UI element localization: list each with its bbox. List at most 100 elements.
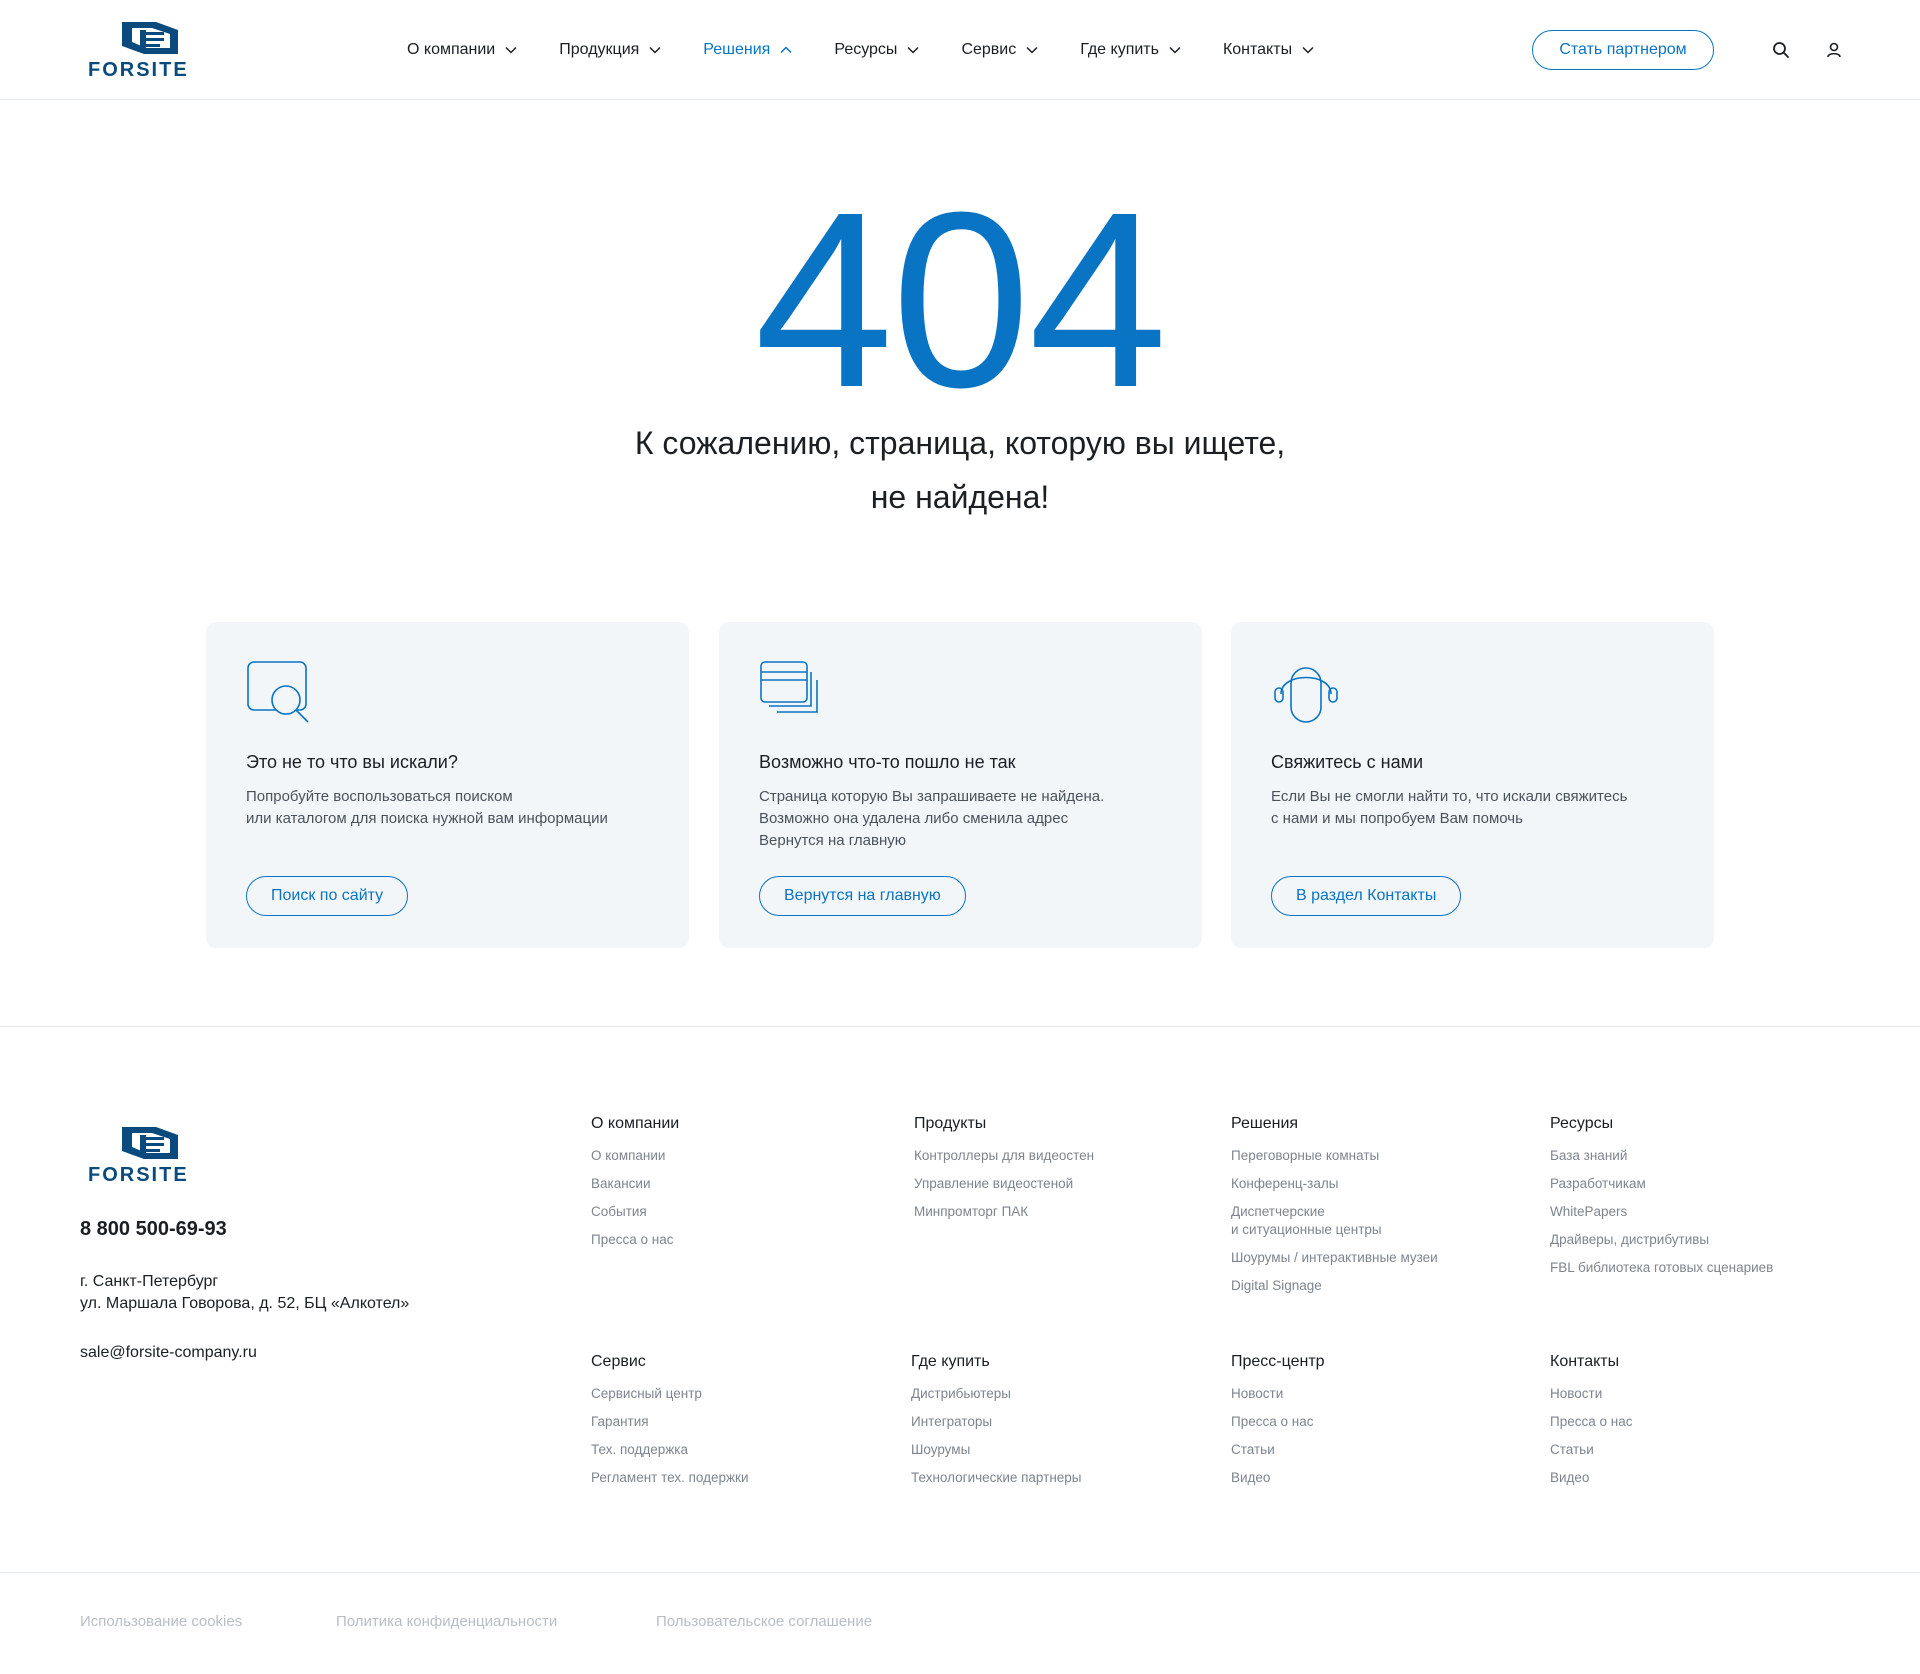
- footer-link[interactable]: WhitePapers: [1550, 1203, 1773, 1221]
- footer-link[interactable]: Диспетчерские и ситуационные центры: [1231, 1203, 1438, 1239]
- nav-item-service[interactable]: Сервис: [961, 41, 1038, 59]
- address-line: г. Санкт-Петербург: [80, 1273, 219, 1290]
- footer-col-contacts: Контакты Новости Пресса о нас Статьи Вид…: [1550, 1353, 1632, 1497]
- footer-link[interactable]: Вакансии: [591, 1175, 679, 1193]
- svg-text:FORSITE: FORSITE: [88, 1164, 189, 1185]
- footer-col-title: О компании: [591, 1115, 680, 1132]
- footer-link[interactable]: Переговорные комнаты: [1231, 1147, 1438, 1165]
- footer-link[interactable]: Интеграторы: [911, 1413, 1082, 1431]
- error-code: 404: [754, 160, 1167, 439]
- nav-item-about[interactable]: О компании: [407, 41, 517, 59]
- nav-item-solutions[interactable]: Решения: [703, 41, 792, 59]
- footer-link[interactable]: Разработчикам: [1550, 1175, 1773, 1193]
- footer-col-products: Продукты Контроллеры для видеостен Управ…: [914, 1115, 1094, 1231]
- footer-col-title: Контакты: [1550, 1353, 1620, 1370]
- headset-icon: [1274, 667, 1338, 723]
- chevron-down-icon: [1302, 46, 1314, 54]
- search-window-icon: [247, 661, 309, 723]
- nav-label: Где купить: [1080, 41, 1159, 58]
- footer-link[interactable]: Контроллеры для видеостен: [914, 1147, 1094, 1165]
- footer-link[interactable]: Digital Signage: [1231, 1277, 1438, 1295]
- card-text: Попробуйте воспользоваться поиском или к…: [246, 788, 608, 827]
- footer-link[interactable]: Сервисный центр: [591, 1385, 749, 1403]
- footer-link[interactable]: Пресса о нас: [1231, 1413, 1325, 1431]
- footer-link[interactable]: Конференц-залы: [1231, 1175, 1438, 1193]
- footer-link[interactable]: Видео: [1231, 1469, 1325, 1487]
- footer-link[interactable]: Управление видеостеной: [914, 1175, 1094, 1193]
- footer-link[interactable]: Тех. поддержка: [591, 1441, 749, 1459]
- footer-col-title: Сервис: [591, 1353, 646, 1370]
- footer-link[interactable]: FBL библиотека готовых сценариев: [1550, 1259, 1773, 1277]
- search-icon[interactable]: [1771, 40, 1791, 60]
- chevron-down-icon: [1169, 46, 1181, 54]
- nav-label: О компании: [407, 41, 496, 58]
- footer-col-title: Продукты: [914, 1115, 987, 1132]
- address-line: ул. Маршала Говорова, д. 52, БЦ «Алкотел…: [80, 1295, 410, 1312]
- footer-link[interactable]: Дистрибьютеры: [911, 1385, 1082, 1403]
- footer-phone[interactable]: 8 800 500-69-93: [80, 1218, 227, 1241]
- error-message-line2: не найдена!: [870, 479, 1050, 515]
- go-home-button[interactable]: Вернутся на главную: [759, 876, 966, 916]
- search-site-button[interactable]: Поиск по сайту: [246, 876, 409, 916]
- footer-address: г. Санкт-Петербург ул. Маршала Говорова,…: [80, 1271, 409, 1315]
- cookies-link[interactable]: Использование cookies: [80, 1613, 242, 1630]
- footer-link[interactable]: База знаний: [1550, 1147, 1773, 1165]
- nav-item-contacts[interactable]: Контакты: [1223, 41, 1314, 59]
- footer-link[interactable]: Технологические партнеры: [911, 1469, 1082, 1487]
- privacy-policy-link[interactable]: Политика конфиденциальности: [336, 1613, 557, 1630]
- footer-divider: [0, 1026, 1920, 1027]
- footer-email[interactable]: sale@forsite-company.ru: [80, 1344, 257, 1362]
- footer-link[interactable]: Видео: [1550, 1469, 1632, 1487]
- error-message-line1: К сожалению, страница, которую вы ищете,: [634, 425, 1286, 461]
- footer-link[interactable]: Гарантия: [591, 1413, 749, 1431]
- nav-label: Ресурсы: [834, 41, 898, 58]
- footer-link[interactable]: События: [591, 1203, 679, 1221]
- chevron-down-icon: [649, 46, 661, 54]
- card-title: Возможно что-то пошло не так: [759, 752, 1016, 772]
- contacts-section-button[interactable]: В раздел Контакты: [1271, 876, 1462, 916]
- main-nav: О компании Продукция Решения Ресурсы Сер…: [407, 0, 1356, 100]
- card-text: Страница которую Вы запрашиваете не найд…: [759, 788, 1105, 849]
- footer-link[interactable]: Новости: [1231, 1385, 1325, 1403]
- nav-item-products[interactable]: Продукция: [559, 41, 661, 59]
- card-error: Возможно что-то пошло не так Страница ко…: [719, 622, 1202, 948]
- footer-link[interactable]: Шоурумы: [911, 1441, 1082, 1459]
- footer-col-solutions: Решения Переговорные комнаты Конференц-з…: [1231, 1115, 1438, 1305]
- footer-link[interactable]: Статьи: [1231, 1441, 1325, 1459]
- user-icon[interactable]: [1824, 40, 1844, 60]
- footer-link[interactable]: Новости: [1550, 1385, 1632, 1403]
- error-message: К сожалению, страница, которую вы ищете,…: [0, 416, 1920, 524]
- footer-link[interactable]: Шоурумы / интерактивные музеи: [1231, 1249, 1438, 1267]
- footer-col-service: Сервис Сервисный центр Гарантия Тех. под…: [591, 1353, 749, 1497]
- browser-windows-icon: [760, 661, 818, 713]
- footer-link[interactable]: Драйверы, дистрибутивы: [1550, 1231, 1773, 1249]
- footer-link[interactable]: О компании: [591, 1147, 679, 1165]
- chevron-down-icon: [907, 46, 919, 54]
- svg-text:FORSITE: FORSITE: [88, 59, 189, 80]
- nav-label: Продукция: [559, 41, 640, 58]
- footer-link[interactable]: Минпромторг ПАК: [914, 1203, 1094, 1221]
- footer-link[interactable]: Регламент тех. подержки: [591, 1469, 749, 1487]
- card-search: Это не то что вы искали? Попробуйте восп…: [206, 622, 689, 948]
- card-title: Это не то что вы искали?: [246, 752, 458, 772]
- chevron-up-icon: [780, 46, 792, 54]
- footer-link[interactable]: Пресса о нас: [591, 1231, 679, 1249]
- footer-col-where-to-buy: Где купить Дистрибьютеры Интеграторы Шоу…: [911, 1353, 1082, 1497]
- forsite-logo[interactable]: FORSITE: [88, 20, 213, 80]
- footer-col-press: Пресс-центр Новости Пресса о нас Статьи …: [1231, 1353, 1325, 1497]
- chevron-down-icon: [505, 46, 517, 54]
- nav-label: Сервис: [961, 41, 1017, 58]
- nav-label: Контакты: [1222, 41, 1293, 58]
- nav-item-resources[interactable]: Ресурсы: [834, 41, 919, 59]
- footer-col-title: Где купить: [911, 1353, 990, 1370]
- footer-link[interactable]: Статьи: [1550, 1441, 1632, 1459]
- footer-col-title: Ресурсы: [1550, 1115, 1614, 1132]
- footer-col-title: Пресс-центр: [1231, 1353, 1325, 1370]
- chevron-down-icon: [1026, 46, 1038, 54]
- user-agreement-link[interactable]: Пользовательское соглашение: [656, 1613, 872, 1630]
- footer-link[interactable]: Пресса о нас: [1550, 1413, 1632, 1431]
- forsite-logo[interactable]: FORSITE: [88, 1125, 213, 1185]
- nav-item-where-to-buy[interactable]: Где купить: [1080, 41, 1181, 59]
- become-partner-button[interactable]: Стать партнером: [1532, 30, 1714, 70]
- legal-divider: [0, 1572, 1920, 1573]
